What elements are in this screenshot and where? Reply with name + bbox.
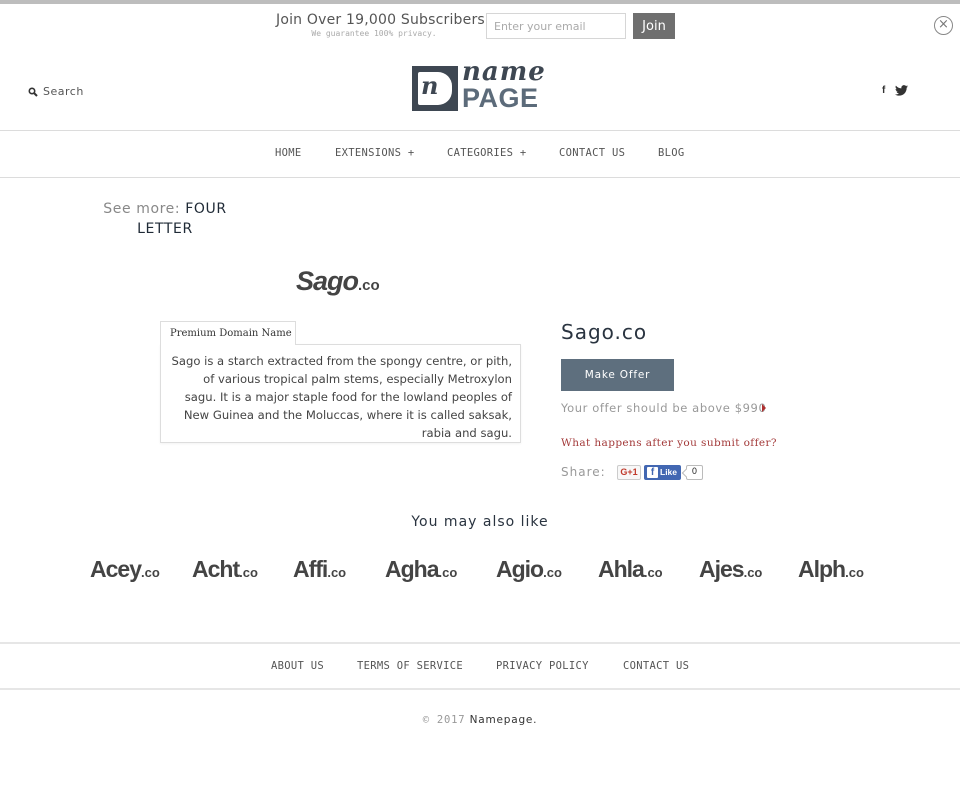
logo-word-bottom: PAGE (462, 83, 539, 113)
footer-nav: ABOUT US TERMS OF SERVICE PRIVACY POLICY… (0, 642, 960, 690)
footer-terms[interactable]: TERMS OF SERVICE (357, 660, 463, 672)
nav-categories[interactable]: CATEGORIES + (447, 147, 526, 159)
share-label: Share: (561, 465, 606, 479)
description-text: Sago is a starch extracted from the spon… (171, 354, 513, 440)
product-logo-name: Sago (296, 266, 359, 296)
tab-premium-domain-name[interactable]: Premium Domain Name (160, 321, 296, 345)
nav-contact-us[interactable]: CONTACT US (559, 147, 625, 159)
make-offer-button[interactable]: Make Offer (561, 359, 674, 391)
see-more: See more: FOUR LETTER (100, 199, 230, 239)
close-icon[interactable]: × (934, 16, 953, 35)
nav-home[interactable]: HOME (275, 147, 302, 159)
logo-mark: n (412, 66, 458, 111)
related-domain[interactable]: Agio.co (496, 556, 562, 583)
footer-about-us[interactable]: ABOUT US (271, 660, 324, 672)
see-more-label: See more: (103, 201, 181, 217)
related-domain[interactable]: Acht.co (192, 556, 258, 583)
top-strip (0, 0, 960, 4)
nav-blog[interactable]: BLOG (658, 147, 685, 159)
email-input[interactable] (486, 13, 626, 39)
facebook-icon[interactable]: f (882, 85, 885, 96)
facebook-like-button[interactable]: f Like (644, 465, 681, 480)
related-domain[interactable]: Alph.co (798, 556, 864, 583)
social-links: f (882, 85, 909, 96)
copyright-brand-link[interactable]: Namepage. (470, 714, 538, 726)
related-domain[interactable]: Acey.co (90, 556, 160, 583)
search-icon (28, 86, 38, 97)
subscribe-title: Join Over 19,000 Subscribers (276, 12, 485, 28)
product-logo: Sago.co (296, 266, 380, 297)
related-domain[interactable]: Ahla.co (598, 556, 663, 583)
facebook-like-label: Like (660, 467, 678, 477)
search-link[interactable]: Search (28, 85, 84, 98)
offer-hint: Your offer should be above $990 (561, 401, 767, 415)
product-logo-tld: .co (358, 277, 380, 294)
facebook-like-count: 0 (686, 465, 703, 480)
footer-privacy[interactable]: PRIVACY POLICY (496, 660, 589, 672)
footer-contact-us[interactable]: CONTACT US (623, 660, 689, 672)
description-panel: Sago is a starch extracted from the spon… (160, 344, 521, 443)
also-like-title: You may also like (411, 514, 549, 530)
logo-mark-letter: n (421, 71, 439, 100)
related-domain[interactable]: Affi.co (293, 556, 346, 583)
subscribe-bar: Join Over 19,000 Subscribers We guarante… (0, 12, 960, 42)
join-button[interactable]: Join (633, 13, 675, 39)
caret-right-icon (762, 404, 766, 412)
subscribe-text: Join Over 19,000 Subscribers We guarante… (276, 12, 485, 39)
related-domain[interactable]: Ajes.co (699, 556, 762, 583)
copyright-year: © 2017 (422, 714, 466, 726)
search-label: Search (43, 85, 84, 98)
site-logo[interactable]: n name PAGE (412, 57, 550, 113)
domain-title: Sago.co (561, 320, 648, 344)
twitter-icon[interactable] (895, 85, 909, 96)
google-plus-button[interactable]: G+1 (617, 465, 641, 480)
privacy-note: We guarantee 100% privacy. (311, 29, 437, 38)
facebook-icon: f (647, 467, 658, 478)
related-domain[interactable]: Agha.co (385, 556, 457, 583)
nav-extensions[interactable]: EXTENSIONS + (335, 147, 414, 159)
main-nav: HOME EXTENSIONS + CATEGORIES + CONTACT U… (0, 130, 960, 178)
copyright: © 2017 Namepage. (0, 714, 960, 726)
what-happens-link[interactable]: What happens after you submit offer? (561, 437, 777, 449)
